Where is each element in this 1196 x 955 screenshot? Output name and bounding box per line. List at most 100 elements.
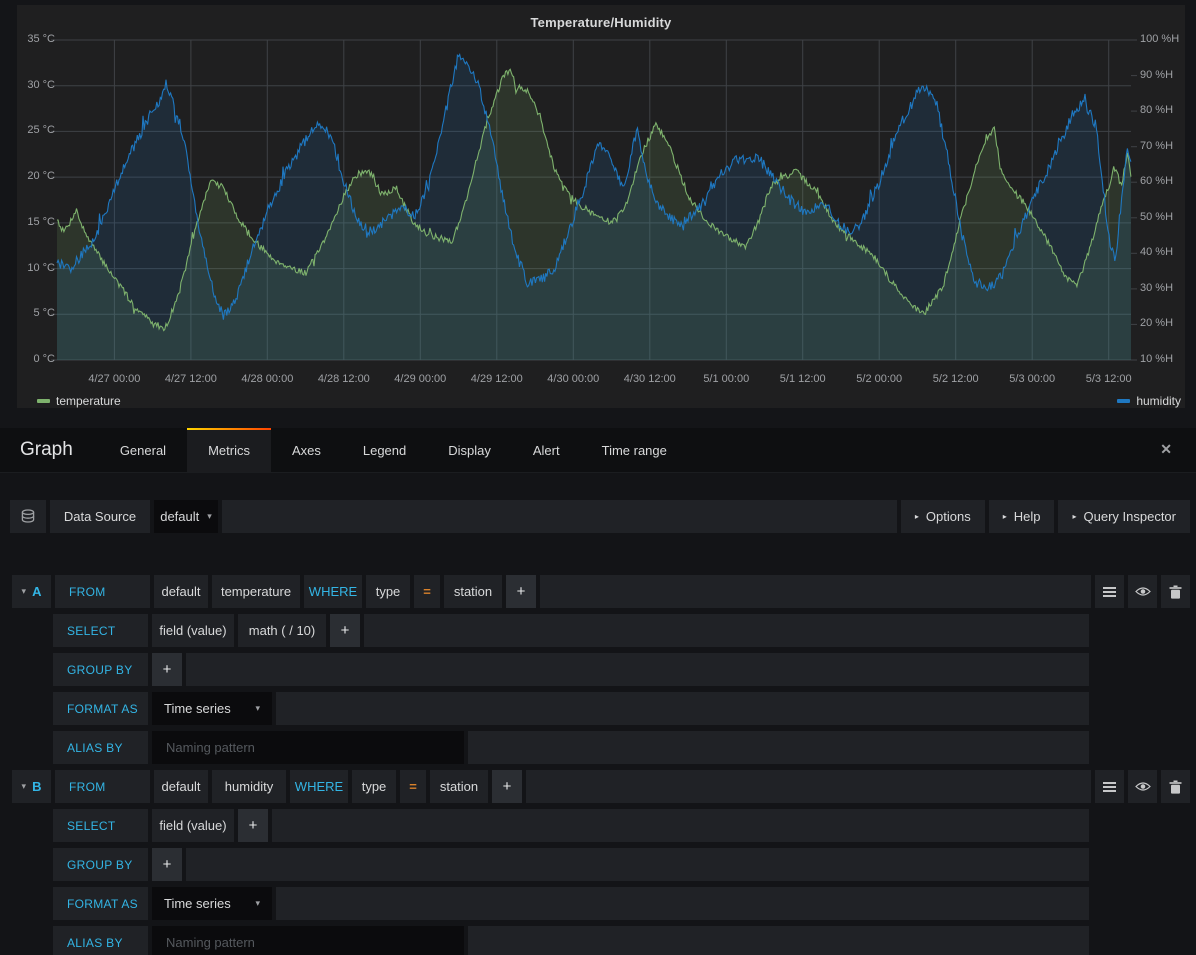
query-b-toggle-visibility-button[interactable]	[1128, 770, 1157, 803]
indent-spacer	[10, 848, 49, 881]
chevron-right-icon: ▸	[1003, 512, 1007, 521]
format-as-label: FORMAT AS	[53, 692, 148, 725]
y-axis-left-label: 25 °C	[19, 124, 55, 136]
tab-metrics[interactable]: Metrics	[187, 428, 271, 472]
x-axis-label: 5/3 12:00	[1086, 373, 1132, 385]
select-field-segment[interactable]: field (value)	[152, 809, 234, 842]
trash-icon	[1169, 780, 1182, 794]
tab-general[interactable]: General	[99, 428, 187, 472]
query-b-select-row: SELECT field (value) +	[10, 809, 1190, 842]
from-label: FROM	[55, 575, 150, 608]
format-row-filler	[276, 692, 1089, 725]
query-b-groupby-row: GROUP BY +	[10, 848, 1190, 881]
select-math-segment[interactable]: math ( / 10)	[238, 614, 326, 647]
y-axis-left-label: 0 °C	[19, 353, 55, 365]
x-axis-label: 5/1 00:00	[703, 373, 749, 385]
query-b-from-row: ▾ B FROM default humidity WHERE type = s…	[12, 770, 1190, 803]
select-field-segment[interactable]: field (value)	[152, 614, 234, 647]
legend: temperature humidity	[37, 394, 1181, 408]
query-b-delete-button[interactable]	[1161, 770, 1190, 803]
from-measurement-segment[interactable]: temperature	[212, 575, 300, 608]
y-axis-right-label: 60 %H	[1140, 175, 1173, 187]
alias-by-label: ALIAS BY	[53, 926, 148, 955]
close-editor-icon[interactable]: ✕	[1160, 441, 1172, 458]
where-operator-segment[interactable]: =	[400, 770, 426, 803]
alias-by-input[interactable]	[152, 926, 464, 955]
add-select-part-button[interactable]: +	[238, 809, 268, 842]
where-keyword: WHERE	[304, 575, 362, 608]
select-label: SELECT	[53, 614, 148, 647]
query-a-collapse[interactable]: ▾ A	[12, 575, 51, 608]
tab-alert[interactable]: Alert	[512, 428, 581, 472]
help-label: Help	[1014, 509, 1041, 524]
from-measurement-segment[interactable]: humidity	[212, 770, 286, 803]
add-select-part-button[interactable]: +	[330, 614, 360, 647]
from-datasource-segment[interactable]: default	[154, 575, 208, 608]
y-axis-right-label: 40 %H	[1140, 246, 1173, 258]
query-b-format-row: FORMAT AS Time series ▾	[10, 887, 1190, 920]
where-tag-value-segment[interactable]: station	[430, 770, 488, 803]
y-axis-left-label: 5 °C	[19, 307, 55, 319]
datasource-select[interactable]: default ▾	[154, 500, 218, 533]
format-as-select[interactable]: Time series ▾	[152, 887, 272, 920]
query-b-collapse[interactable]: ▾ B	[12, 770, 51, 803]
legend-item-humidity[interactable]: humidity	[1117, 394, 1181, 408]
query-b-menu-button[interactable]	[1095, 770, 1124, 803]
alias-row-filler	[468, 731, 1089, 764]
x-axis-label: 4/29 12:00	[471, 373, 523, 385]
tab-time-range[interactable]: Time range	[581, 428, 688, 472]
collapse-caret-icon: ▾	[22, 781, 27, 792]
legend-item-temperature[interactable]: temperature	[37, 394, 121, 408]
alias-by-input[interactable]	[152, 731, 464, 764]
indent-spacer	[10, 692, 49, 725]
datasource-icon-cell	[10, 500, 46, 533]
add-groupby-button[interactable]: +	[152, 848, 182, 881]
x-axis-label: 5/1 12:00	[780, 373, 826, 385]
menu-icon	[1103, 587, 1116, 597]
y-axis-right-label: 70 %H	[1140, 140, 1173, 152]
query-letter: B	[32, 779, 41, 794]
query-a-format-row: FORMAT AS Time series ▾	[10, 692, 1190, 725]
temperature-series-swatch	[37, 399, 50, 403]
where-operator-segment[interactable]: =	[414, 575, 440, 608]
help-button[interactable]: ▸ Help	[989, 500, 1055, 533]
options-label: Options	[926, 509, 971, 524]
query-a-toggle-visibility-button[interactable]	[1128, 575, 1157, 608]
x-axis-label: 4/30 12:00	[624, 373, 676, 385]
query-a-menu-button[interactable]	[1095, 575, 1124, 608]
graph-panel: Temperature/Humidity 0 °C5 °C10 °C15 °C2…	[17, 5, 1185, 408]
add-where-condition-button[interactable]: +	[492, 770, 522, 803]
y-axis-left-label: 10 °C	[19, 262, 55, 274]
query-a-delete-button[interactable]	[1161, 575, 1190, 608]
groupby-label: GROUP BY	[53, 848, 148, 881]
add-groupby-button[interactable]: +	[152, 653, 182, 686]
format-as-select[interactable]: Time series ▾	[152, 692, 272, 725]
where-tag-value-segment[interactable]: station	[444, 575, 502, 608]
chevron-down-icon: ▾	[255, 898, 260, 909]
tab-legend[interactable]: Legend	[342, 428, 427, 472]
x-axis-label: 4/27 12:00	[165, 373, 217, 385]
panel-editor: Graph General Metrics Axes Legend Displa…	[0, 428, 1196, 955]
from-datasource-segment[interactable]: default	[154, 770, 208, 803]
where-tag-key-segment[interactable]: type	[366, 575, 410, 608]
where-tag-key-segment[interactable]: type	[352, 770, 396, 803]
tab-display[interactable]: Display	[427, 428, 512, 472]
chevron-right-icon: ▸	[1072, 512, 1076, 521]
format-as-value: Time series	[164, 701, 231, 716]
humidity-series-swatch	[1117, 399, 1130, 403]
indent-spacer	[10, 653, 49, 686]
add-where-condition-button[interactable]: +	[506, 575, 536, 608]
y-axis-right-label: 30 %H	[1140, 282, 1173, 294]
graph-canvas[interactable]	[57, 40, 1131, 360]
indent-spacer	[10, 614, 49, 647]
tab-axes[interactable]: Axes	[271, 428, 342, 472]
query-inspector-button[interactable]: ▸ Query Inspector	[1058, 500, 1190, 533]
indent-spacer	[10, 887, 49, 920]
y-axis-right-label: 10 %H	[1140, 353, 1173, 365]
x-axis-label: 5/3 00:00	[1009, 373, 1055, 385]
options-button[interactable]: ▸ Options	[901, 500, 985, 533]
x-axis-label: 4/28 12:00	[318, 373, 370, 385]
groupby-row-filler	[186, 653, 1089, 686]
y-axis-left-label: 35 °C	[19, 33, 55, 45]
query-a-select-row: SELECT field (value) math ( / 10) +	[10, 614, 1190, 647]
